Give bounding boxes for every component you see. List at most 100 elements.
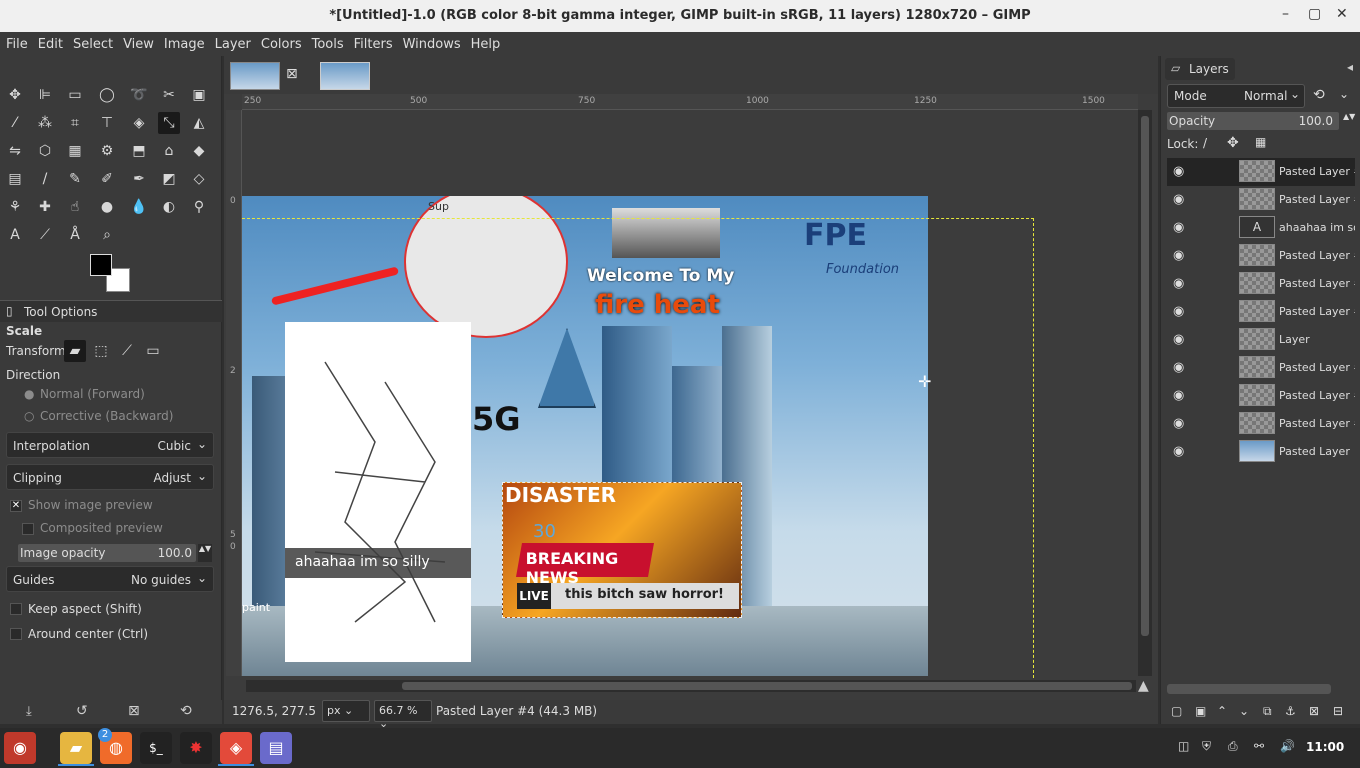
file-manager-icon[interactable]: ▰ [60, 732, 92, 764]
by-color-icon[interactable]: ⁂ [34, 112, 56, 134]
menu-view[interactable]: View [123, 37, 154, 52]
foreground-color-swatch[interactable] [90, 254, 112, 276]
layer-row[interactable]: ◉ Pasted Layer # [1167, 410, 1355, 438]
align-tool-icon[interactable]: ⊫ [34, 84, 56, 106]
eye-icon[interactable]: ◉ [1173, 388, 1184, 403]
transform-path-icon[interactable]: ⟋ [116, 340, 138, 362]
volume-icon[interactable]: 🔊 [1280, 739, 1295, 753]
layer-row[interactable]: ◉ Pasted Layer [1167, 438, 1355, 466]
layer-row[interactable]: ◉ Pasted Layer # [1167, 354, 1355, 382]
composited-preview-checkbox[interactable] [22, 523, 34, 535]
layer-row[interactable]: ◉ Aahaahaa im so [1167, 214, 1355, 242]
raise-layer-icon[interactable]: ⌃ [1217, 704, 1227, 718]
clipping-combo[interactable]: Clipping Adjust ⌄ [6, 464, 214, 490]
navigate-icon[interactable]: ▲ [1138, 678, 1149, 694]
lock-position-icon[interactable]: ✥ [1227, 135, 1239, 151]
warp-icon[interactable]: ◈ [128, 112, 150, 134]
rect-select-icon[interactable]: ▭ [64, 84, 86, 106]
lasso-icon[interactable]: ➰ [128, 84, 150, 106]
menu-edit[interactable]: Edit [38, 37, 63, 52]
scroll-thumb[interactable] [402, 682, 1132, 690]
layer-row[interactable]: ◉ Pasted Layer # [1167, 382, 1355, 410]
pencil-icon[interactable]: ✎ [64, 168, 86, 190]
menu-layer[interactable]: Layer [215, 37, 251, 52]
layer-row[interactable]: ◉ Pasted Layer # [1167, 242, 1355, 270]
zoom-select[interactable]: 66.7 % ⌄ [374, 700, 432, 730]
new-layer-icon[interactable]: ▢ [1171, 704, 1182, 718]
gear-tool-icon[interactable]: ⚙ [96, 140, 118, 162]
chevron-down-icon[interactable]: ⌄ [1339, 87, 1349, 101]
eye-icon[interactable]: ◉ [1173, 192, 1184, 207]
eye-icon[interactable]: ◉ [1173, 164, 1184, 179]
eye-icon[interactable]: ◉ [1173, 248, 1184, 263]
duplicate-layer-icon[interactable]: ⧉ [1263, 704, 1272, 719]
layers-tab[interactable]: ▱ Layers [1165, 58, 1235, 80]
menu-filters[interactable]: Filters [354, 37, 393, 52]
lower-layer-icon[interactable]: ⌄ [1239, 704, 1249, 718]
update-icon[interactable]: ⎙ [1228, 739, 1238, 754]
shield-icon[interactable]: ⛨ [1202, 739, 1211, 754]
horizontal-ruler[interactable]: 250 500 750 1000 1250 1500 [242, 94, 1138, 110]
transform-layer-icon[interactable]: ▰ [64, 340, 86, 362]
game-icon[interactable]: ✸ [180, 732, 212, 764]
flip-icon[interactable]: ⇋ [4, 140, 26, 162]
unified-transform-icon[interactable]: ⊤ [96, 112, 118, 134]
restore-preset-icon[interactable]: ↺ [76, 703, 88, 719]
layers-scrollbar[interactable] [1167, 684, 1331, 694]
keep-aspect-checkbox[interactable] [10, 603, 22, 615]
network-icon[interactable]: ⚯ [1254, 739, 1264, 753]
panel-menu-icon[interactable]: ◂ [1347, 60, 1353, 74]
reset-icon[interactable]: ⟲ [180, 703, 192, 719]
layer-row[interactable]: ◉ Layer [1167, 326, 1355, 354]
new-group-icon[interactable]: ▣ [1195, 704, 1206, 718]
bucket-fill-icon[interactable]: ◆ [188, 140, 210, 162]
around-center-checkbox[interactable] [10, 628, 22, 640]
menu-help[interactable]: Help [471, 37, 501, 52]
clipboard-icon[interactable]: ◫ [1178, 739, 1189, 753]
wand-icon[interactable]: ⁄ [4, 112, 26, 134]
dodge-burn-icon[interactable]: ◐ [158, 196, 180, 218]
paintbrush-icon[interactable]: / [34, 168, 56, 190]
cage-icon[interactable]: ⬡ [34, 140, 56, 162]
layer-row[interactable]: ◉ Pasted Layer # [1167, 158, 1355, 186]
shear-icon[interactable]: ◭ [188, 112, 210, 134]
gimp-icon[interactable]: ◈ [220, 732, 252, 764]
move-tool-icon[interactable]: ✥ [4, 84, 26, 106]
delete-preset-icon[interactable]: ⊠ [128, 703, 140, 719]
anchor-icon[interactable]: ⚓ [1285, 704, 1296, 718]
mypaint-icon[interactable]: ◩ [158, 168, 180, 190]
scroll-thumb[interactable] [1141, 116, 1149, 636]
eye-icon[interactable]: ◉ [1173, 416, 1184, 431]
image-tab-2[interactable] [320, 62, 370, 90]
eye-icon[interactable]: ◉ [1173, 444, 1184, 459]
eraser-icon[interactable]: ◇ [188, 168, 210, 190]
opacity-spin-icon[interactable]: ▲▼ [198, 544, 212, 562]
color-picker-icon[interactable]: ⟋ [34, 224, 56, 246]
terminal-icon[interactable]: $_ [140, 732, 172, 764]
airbrush-icon[interactable]: ✐ [96, 168, 118, 190]
eye-icon[interactable]: ◉ [1173, 276, 1184, 291]
image-canvas[interactable]: Sup Welcome To My fire heat FPE Foundati… [242, 196, 928, 676]
unit-select[interactable]: px ⌄ [322, 700, 370, 722]
zoom-icon[interactable]: ⌕ [96, 224, 118, 246]
app-menu-icon[interactable]: ◉ [4, 732, 36, 764]
text-tool-icon[interactable]: A [4, 224, 26, 246]
vertical-scrollbar[interactable] [1138, 110, 1152, 676]
blur-icon[interactable]: ● [96, 196, 118, 218]
menu-tools[interactable]: Tools [312, 37, 344, 52]
close-button[interactable]: ✕ [1336, 6, 1348, 22]
heal-icon[interactable]: ✚ [34, 196, 56, 218]
minimize-button[interactable]: – [1282, 6, 1289, 22]
menu-colors[interactable]: Colors [261, 37, 302, 52]
handle-transform-icon[interactable]: ⬒ [128, 140, 150, 162]
menu-file[interactable]: File [6, 37, 28, 52]
image-tab-1[interactable] [230, 62, 280, 90]
vertical-ruler[interactable]: 0 2 5 0 [226, 110, 242, 676]
perspective-icon[interactable]: ⌂ [158, 140, 180, 162]
text-editor-icon[interactable]: ▤ [260, 732, 292, 764]
scissors-icon[interactable]: ✂ [158, 84, 180, 106]
maximize-button[interactable]: ▢ [1308, 6, 1321, 22]
eye-icon[interactable]: ◉ [1173, 360, 1184, 375]
layer-row[interactable]: ◉ Pasted Layer # [1167, 298, 1355, 326]
layer-row[interactable]: ◉ Pasted Layer # [1167, 186, 1355, 214]
